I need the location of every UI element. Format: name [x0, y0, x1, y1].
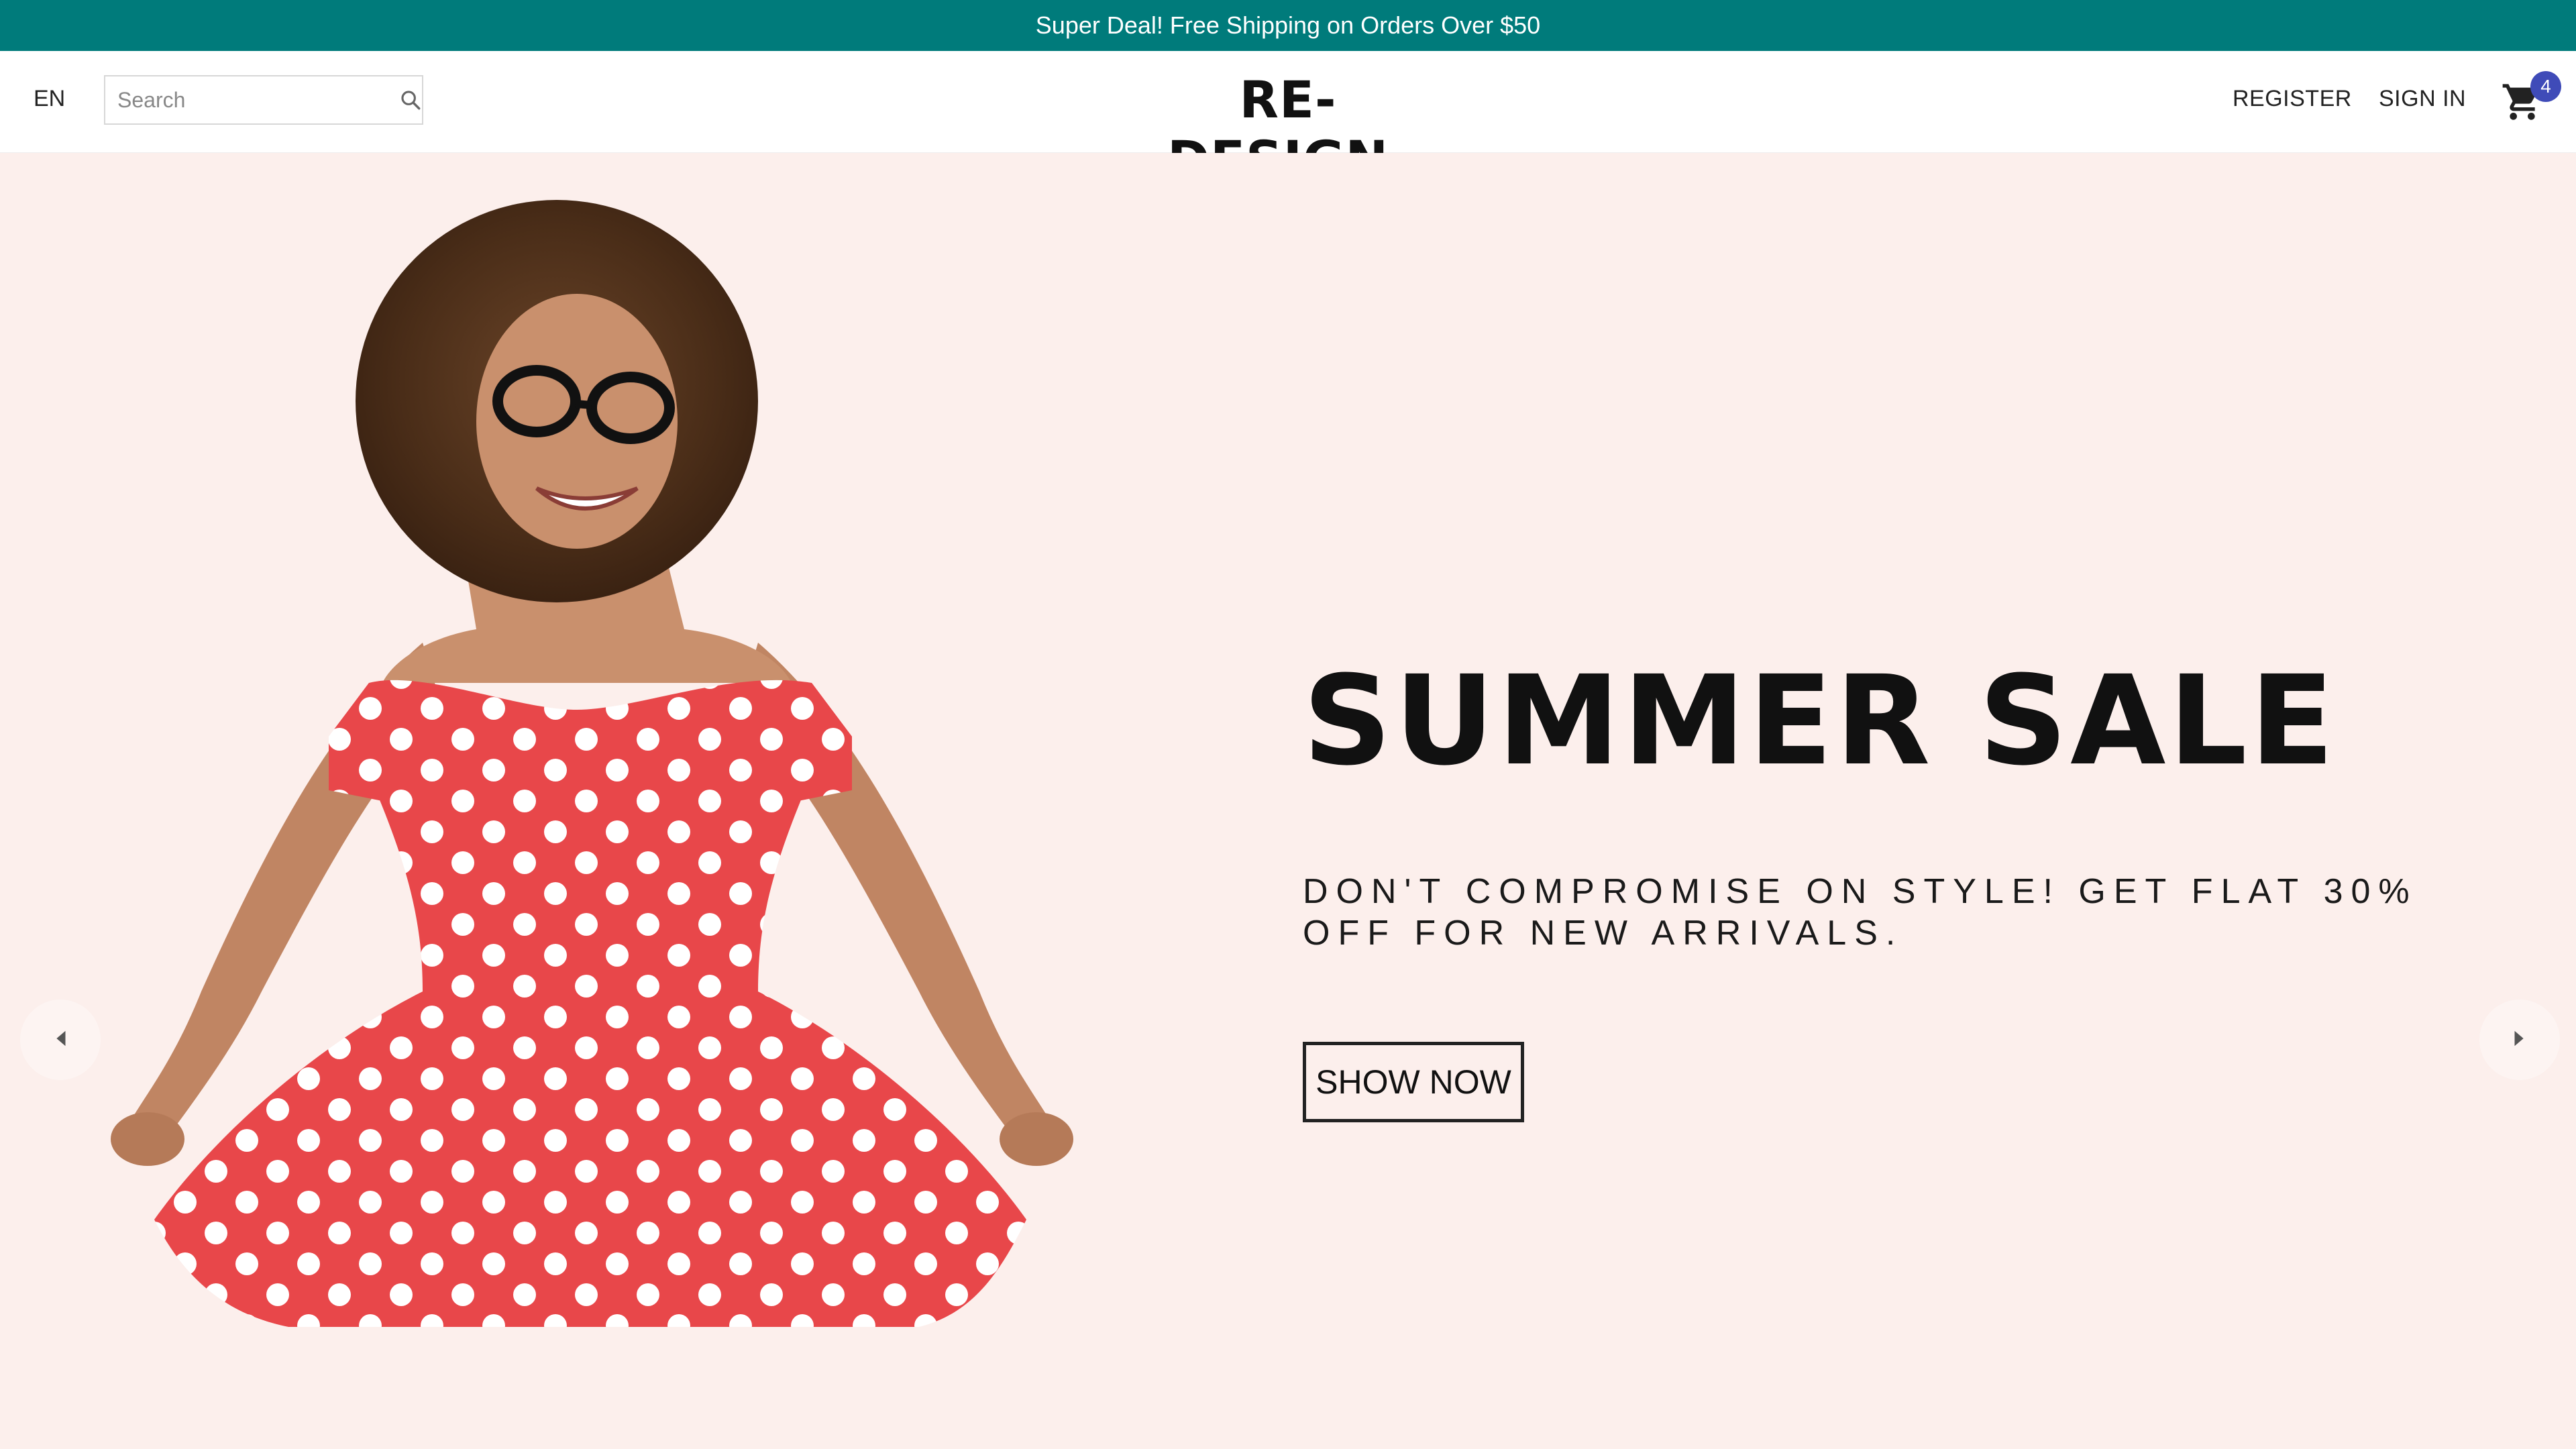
navbar: EN RE-DESIGN. REGISTER SIGN IN 4: [0, 51, 2576, 189]
hero-model-image: [47, 200, 1147, 1327]
search-bar: [104, 75, 423, 125]
hero-title: SUMMER SALE: [1303, 649, 2337, 793]
show-now-button[interactable]: SHOW NOW: [1303, 1042, 1524, 1122]
chevron-right-icon: [2512, 1028, 2528, 1052]
cart-count-badge: 4: [2530, 71, 2561, 102]
hero-subtitle: DON'T COMPROMISE ON STYLE! GET FLAT 30% …: [1303, 872, 2418, 953]
announcement-bar: Super Deal! Free Shipping on Orders Over…: [0, 0, 2576, 51]
cart-button[interactable]: 4: [2494, 71, 2561, 131]
announcement-text: Super Deal! Free Shipping on Orders Over…: [1035, 11, 1541, 39]
slider-next-button[interactable]: [2479, 1000, 2560, 1080]
search-input[interactable]: [105, 76, 399, 123]
language-selector[interactable]: EN: [34, 86, 65, 112]
sign-in-link[interactable]: SIGN IN: [2379, 86, 2466, 112]
search-icon[interactable]: [399, 78, 422, 121]
register-link[interactable]: REGISTER: [2233, 86, 2352, 112]
hero-slider: SUMMER SALE DON'T COMPROMISE ON STYLE! G…: [0, 153, 2576, 1449]
